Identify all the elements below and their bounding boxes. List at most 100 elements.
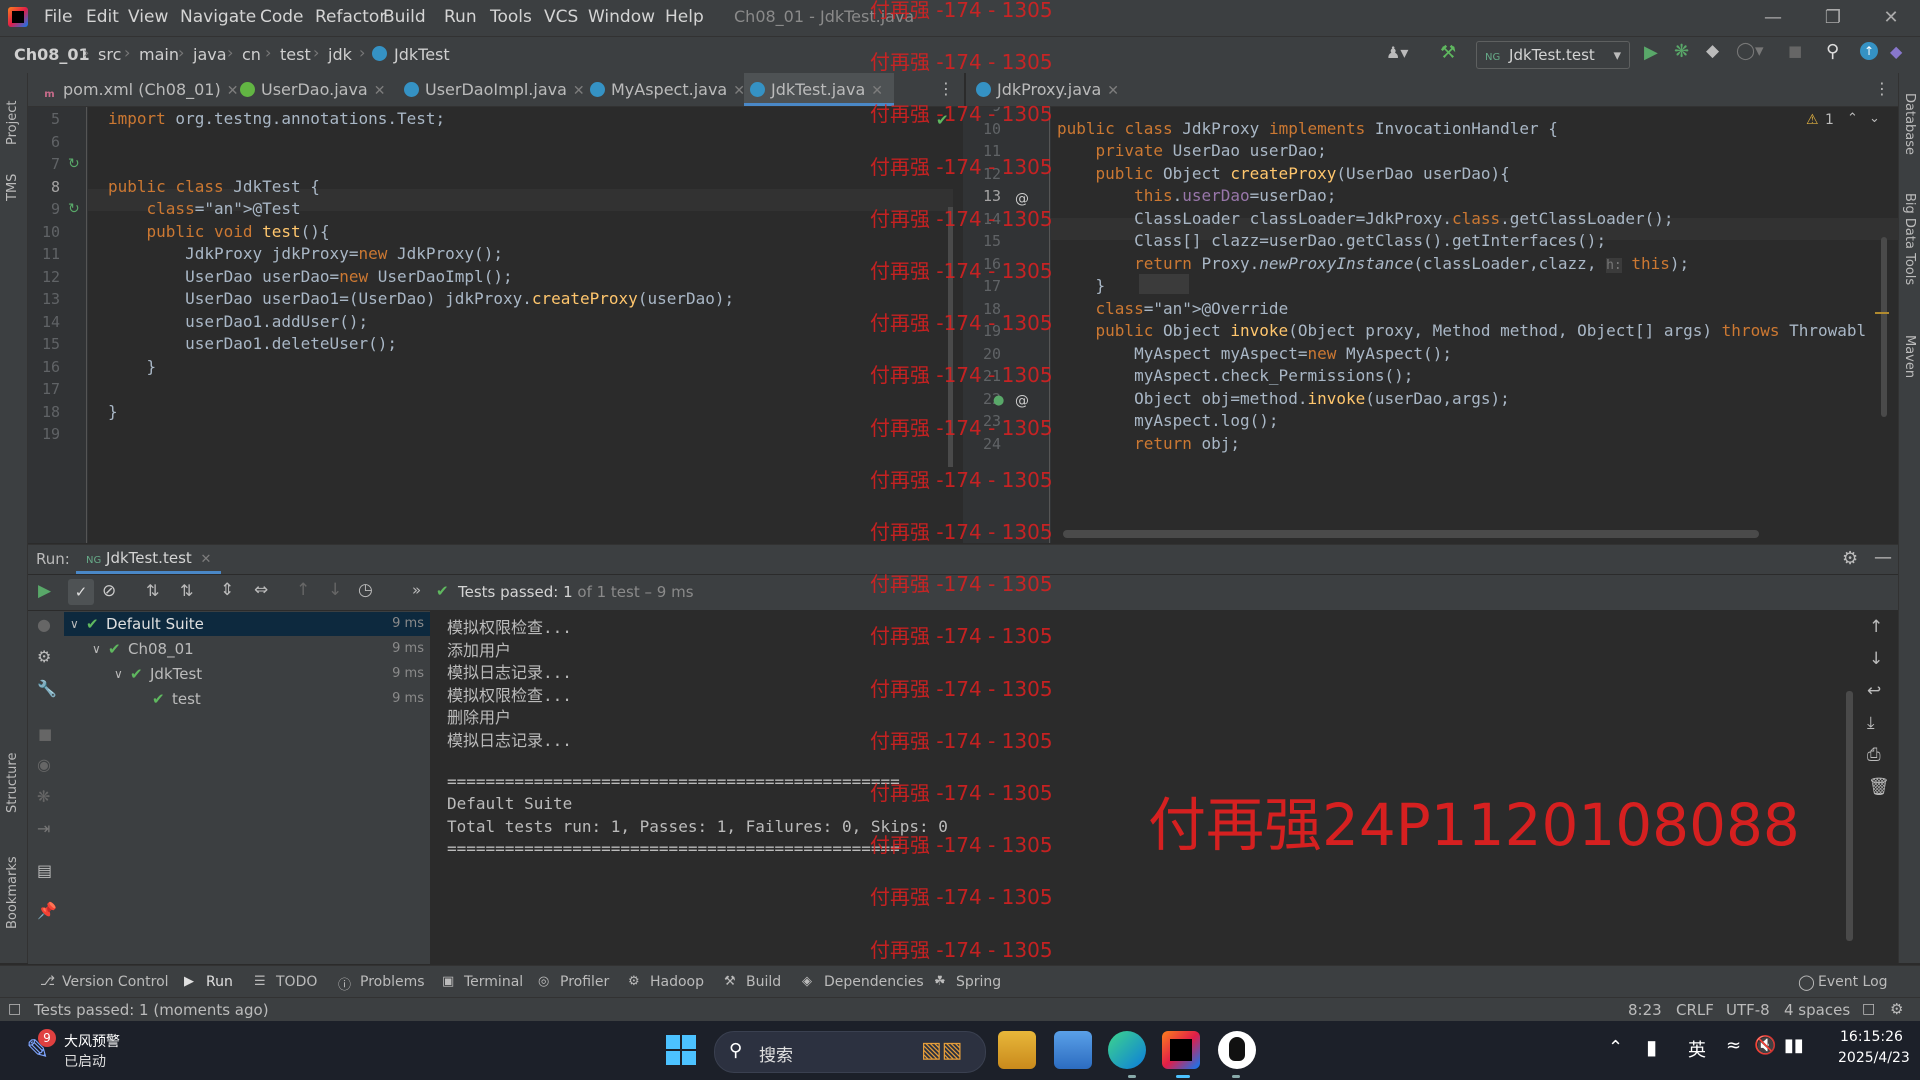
gear-icon[interactable]: ⚙: [1842, 548, 1858, 569]
tool-profiler[interactable]: Profiler: [560, 974, 609, 990]
menu-window[interactable]: Window: [588, 7, 655, 27]
minimize-panel-icon[interactable]: —: [1874, 547, 1892, 568]
tool-hadoop[interactable]: Hadoop: [650, 974, 704, 990]
override-gutter-icon[interactable]: ●: [993, 393, 1004, 408]
chevron-down-icon[interactable]: ∨: [92, 637, 101, 661]
intellij-logo-icon[interactable]: [8, 7, 28, 27]
warning-icon[interactable]: ⚠: [1806, 112, 1819, 128]
show-passed-toggle[interactable]: ✓: [68, 579, 94, 605]
plugin-icon[interactable]: ◆: [1890, 42, 1902, 61]
run-tab[interactable]: NG JdkTest.test ✕: [76, 545, 222, 574]
tool-database[interactable]: Database: [1902, 93, 1917, 155]
exit-icon[interactable]: ⇥: [37, 819, 50, 838]
breadcrumb-item[interactable]: main: [139, 45, 179, 64]
edge-browser-icon[interactable]: [1108, 1031, 1146, 1069]
build-hammer-icon[interactable]: ⚒: [1440, 42, 1456, 63]
horizontal-scrollbar[interactable]: [1063, 530, 1759, 538]
wifi-icon[interactable]: ≈: [1726, 1035, 1741, 1056]
qq-icon[interactable]: [1218, 1031, 1256, 1069]
expand-all-icon[interactable]: ⇕: [220, 580, 234, 600]
tray-overflow-icon[interactable]: ⌃: [1608, 1037, 1623, 1058]
camera-icon[interactable]: ◉: [37, 755, 51, 774]
close-icon[interactable]: ✕: [573, 83, 585, 99]
chevron-down-icon[interactable]: ⌄: [1869, 111, 1880, 126]
menu-help[interactable]: Help: [665, 7, 704, 27]
menu-edit[interactable]: Edit: [86, 7, 119, 27]
pin-tab-icon[interactable]: 📌: [37, 901, 57, 920]
collapse-all-icon[interactable]: ⇔: [254, 580, 268, 600]
menu-vcs[interactable]: VCS: [544, 7, 578, 27]
rerun-icon[interactable]: ▶: [38, 581, 51, 601]
breadcrumb-item[interactable]: cn: [242, 45, 261, 64]
tab-pom-xml-ch08-01[interactable]: m pom.xml (Ch08_01) ✕: [36, 73, 238, 106]
search-icon[interactable]: ⚲: [1826, 41, 1839, 62]
console-scrollbar[interactable]: [1846, 691, 1853, 941]
intellij-taskbar-icon[interactable]: [1162, 1031, 1200, 1069]
battery-icon[interactable]: ▮▮: [1784, 1035, 1804, 1056]
chevron-down-icon[interactable]: ∨: [70, 612, 79, 636]
sort-duration-icon[interactable]: ⇅: [180, 581, 193, 600]
run-gutter-icon[interactable]: ↻: [68, 156, 80, 172]
vertical-scrollbar[interactable]: [1881, 237, 1887, 417]
menu-code[interactable]: Code: [260, 7, 304, 27]
test-tree-node[interactable]: ✔ test 9 ms: [64, 687, 430, 711]
debug-small-icon[interactable]: ⚙: [37, 647, 51, 666]
event-log-button[interactable]: Event Log: [1818, 974, 1888, 990]
menu-navigate[interactable]: Navigate: [180, 7, 256, 27]
menu-build[interactable]: Build: [383, 7, 426, 27]
implements-gutter-icon[interactable]: @: [1015, 393, 1029, 409]
scroll-to-end-icon[interactable]: ⤓: [1867, 713, 1875, 733]
run-icon[interactable]: ▶: [1644, 42, 1658, 63]
breadcrumb-item[interactable]: test: [280, 45, 311, 64]
layout-icon[interactable]: ▤: [37, 861, 52, 880]
next-failed-icon[interactable]: ↓: [328, 580, 342, 600]
tool-dependencies[interactable]: Dependencies: [824, 974, 924, 990]
inspector-icon[interactable]: ⚙: [1890, 1000, 1903, 1018]
tool-tms[interactable]: TMS: [5, 174, 20, 201]
tab-menu-icon[interactable]: ⋮: [1874, 79, 1890, 98]
soft-wrap-icon[interactable]: ↩: [1867, 681, 1881, 701]
left-editor[interactable]: ✔ 5 import org.testng.annotations.Test; 6 7…: [28, 107, 953, 543]
bug-icon[interactable]: ❋: [37, 787, 50, 806]
menu-file[interactable]: File: [44, 7, 72, 27]
user-icon[interactable]: ♟▾: [1386, 43, 1408, 62]
tool-maven[interactable]: Maven: [1902, 335, 1917, 378]
sort-alpha-icon[interactable]: ⇅: [146, 581, 159, 600]
menu-view[interactable]: View: [128, 7, 168, 27]
stop-icon[interactable]: ■: [1788, 42, 1802, 60]
scroll-down-icon[interactable]: ↓: [1869, 649, 1883, 669]
tool-todo[interactable]: TODO: [276, 974, 317, 990]
test-tree-node[interactable]: ∨ ✔ Ch08_01 9 ms: [64, 637, 430, 661]
tab-myaspect-java[interactable]: MyAspect.java ✕: [584, 73, 745, 106]
debug-icon[interactable]: ❋: [1674, 41, 1689, 62]
test-tree-node[interactable]: ∨ ✔ Default Suite 9 ms: [64, 612, 430, 636]
breadcrumb-item[interactable]: jdk: [328, 45, 352, 64]
tool-project[interactable]: Project: [5, 101, 20, 145]
panel-toggle-icon[interactable]: □: [8, 1001, 21, 1017]
test-tree-node[interactable]: ∨ ✔ JdkTest 9 ms: [64, 662, 430, 686]
more-icon[interactable]: »: [412, 581, 421, 599]
close-icon[interactable]: ✕: [1107, 83, 1119, 99]
tab-userdao-java[interactable]: UserDao.java ✕: [234, 73, 390, 106]
pin-icon[interactable]: ●: [37, 615, 51, 634]
wrench-icon[interactable]: 🔧: [37, 679, 57, 698]
restore-button[interactable]: ❐: [1808, 4, 1858, 32]
indent-setting[interactable]: 4 spaces: [1784, 1001, 1850, 1019]
run-config-select[interactable]: NG JdkTest.test ▾: [1476, 41, 1630, 69]
menu-tools[interactable]: Tools: [490, 7, 532, 27]
breadcrumb-item[interactable]: java: [193, 45, 227, 64]
control-panel-icon[interactable]: [1054, 1031, 1092, 1069]
tray-app-icon[interactable]: ▮: [1646, 1035, 1657, 1059]
tool-terminal[interactable]: Terminal: [464, 974, 523, 990]
warning-stripe-mark[interactable]: [1875, 312, 1889, 314]
scroll-up-icon[interactable]: ↑: [1869, 617, 1883, 637]
close-icon[interactable]: ✕: [871, 83, 883, 99]
weather-widget[interactable]: ✎ 9 大风预警 已启动: [22, 1029, 142, 1073]
line-separator[interactable]: CRLF: [1676, 1001, 1714, 1019]
run-gutter-icon[interactable]: ↻: [68, 201, 80, 217]
trash-icon[interactable]: 🗑: [1868, 777, 1890, 797]
tab-menu-icon[interactable]: ⋮: [938, 79, 954, 98]
stop-small-icon[interactable]: ■: [38, 725, 52, 743]
start-button[interactable]: [666, 1035, 696, 1065]
lock-icon[interactable]: □: [1862, 1001, 1875, 1017]
